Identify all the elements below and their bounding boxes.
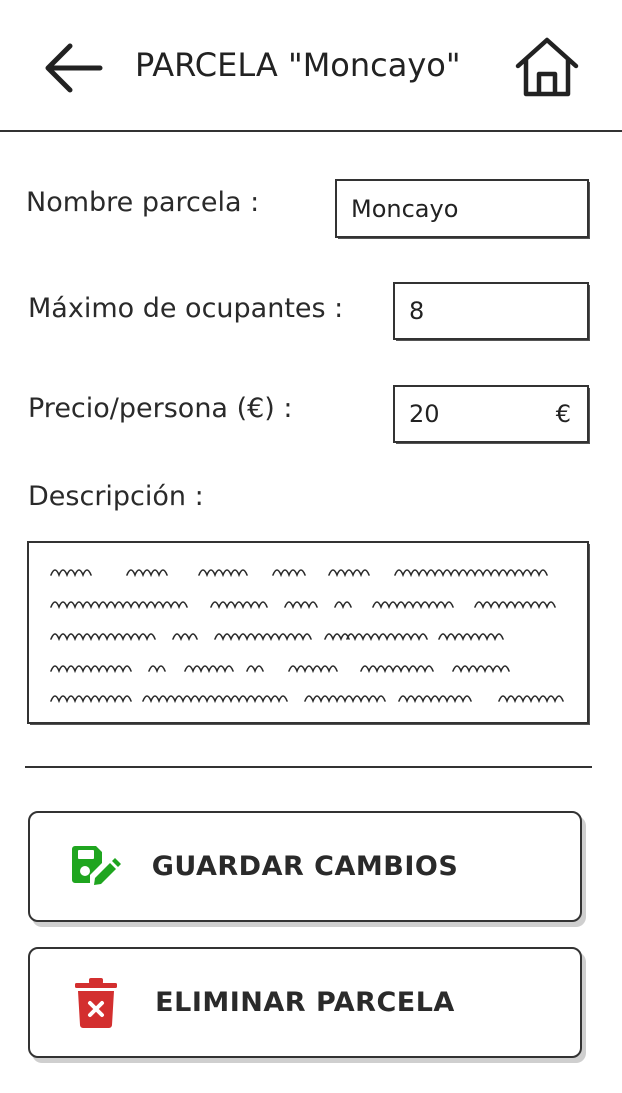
arrow-left-icon bbox=[45, 43, 103, 93]
header-divider bbox=[0, 130, 622, 132]
descripcion-label: Descripción : bbox=[28, 481, 204, 512]
page-title: PARCELA "Moncayo" bbox=[135, 46, 461, 84]
home-icon bbox=[515, 37, 579, 97]
nombre-input[interactable] bbox=[337, 181, 587, 236]
save-changes-button[interactable]: GUARDAR CAMBIOS bbox=[28, 811, 582, 922]
section-divider bbox=[25, 766, 592, 768]
back-button[interactable] bbox=[40, 38, 106, 98]
delete-parcel-button[interactable]: ELIMINAR PARCELA bbox=[28, 947, 582, 1058]
nombre-label: Nombre parcela : bbox=[26, 187, 260, 218]
maximo-input[interactable] bbox=[395, 284, 587, 338]
home-button[interactable] bbox=[512, 34, 582, 100]
euro-unit: € bbox=[555, 400, 571, 428]
save-button-label: GUARDAR CAMBIOS bbox=[151, 851, 459, 882]
delete-button-label: ELIMINAR PARCELA bbox=[155, 987, 455, 1018]
placeholder-scribble bbox=[50, 569, 564, 704]
precio-label: Precio/persona (€) : bbox=[28, 393, 293, 424]
maximo-label: Máximo de ocupantes : bbox=[28, 293, 344, 324]
nombre-field[interactable] bbox=[335, 179, 589, 238]
descripcion-textarea[interactable] bbox=[27, 541, 589, 724]
precio-field[interactable]: € bbox=[393, 385, 589, 443]
maximo-field[interactable] bbox=[393, 282, 589, 340]
